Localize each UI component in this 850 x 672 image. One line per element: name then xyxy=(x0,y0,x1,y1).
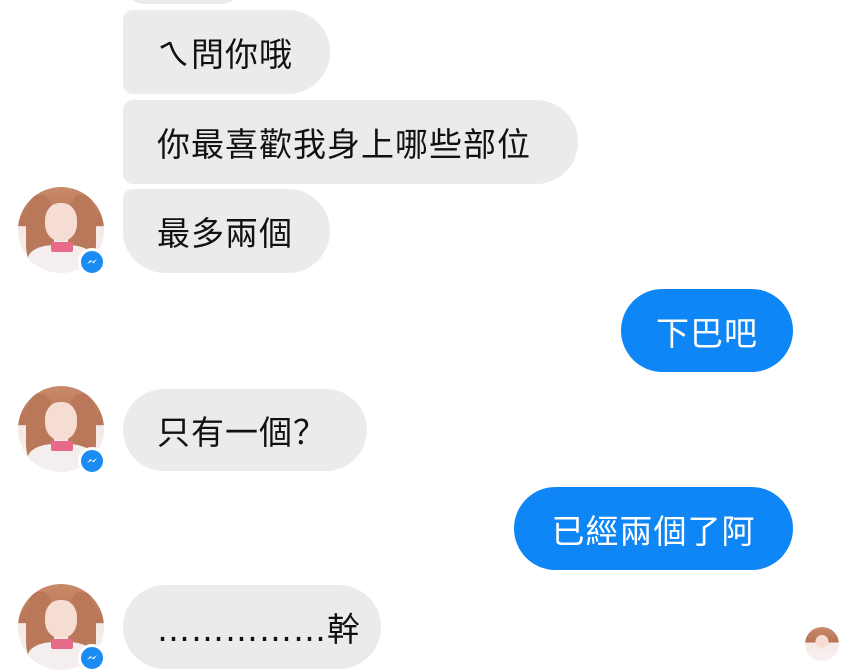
previous-message-bubble[interactable] xyxy=(123,0,243,4)
message-text: ㄟ問你哦 xyxy=(157,35,293,74)
messenger-icon xyxy=(78,248,106,276)
message-bubble-incoming[interactable]: ㄟ問你哦 xyxy=(123,10,330,94)
message-text: 你最喜歡我身上哪些部位 xyxy=(157,125,531,164)
message-bubble-outgoing[interactable]: 已經兩個了阿 xyxy=(514,487,793,570)
message-text: ……………幹 xyxy=(157,610,361,649)
messenger-icon xyxy=(78,644,106,672)
message-bubble-incoming[interactable]: 最多兩個 xyxy=(123,189,330,273)
chat-thread: ㄟ問你哦 你最喜歡我身上哪些部位 最多兩個 下巴吧 只有一個？ 已經兩個了阿 …… xyxy=(0,0,850,672)
message-text: 下巴吧 xyxy=(656,313,758,353)
message-bubble-incoming[interactable]: ……………幹 xyxy=(123,585,381,669)
message-bubble-outgoing[interactable]: 下巴吧 xyxy=(621,289,793,372)
message-text: 已經兩個了阿 xyxy=(551,511,756,551)
seen-indicator-avatar xyxy=(805,627,839,661)
message-bubble-incoming[interactable]: 你最喜歡我身上哪些部位 xyxy=(123,100,578,184)
message-text: 只有一個？ xyxy=(157,413,327,452)
messenger-icon xyxy=(78,447,106,475)
message-bubble-incoming[interactable]: 只有一個？ xyxy=(123,389,367,471)
message-text: 最多兩個 xyxy=(157,214,293,253)
